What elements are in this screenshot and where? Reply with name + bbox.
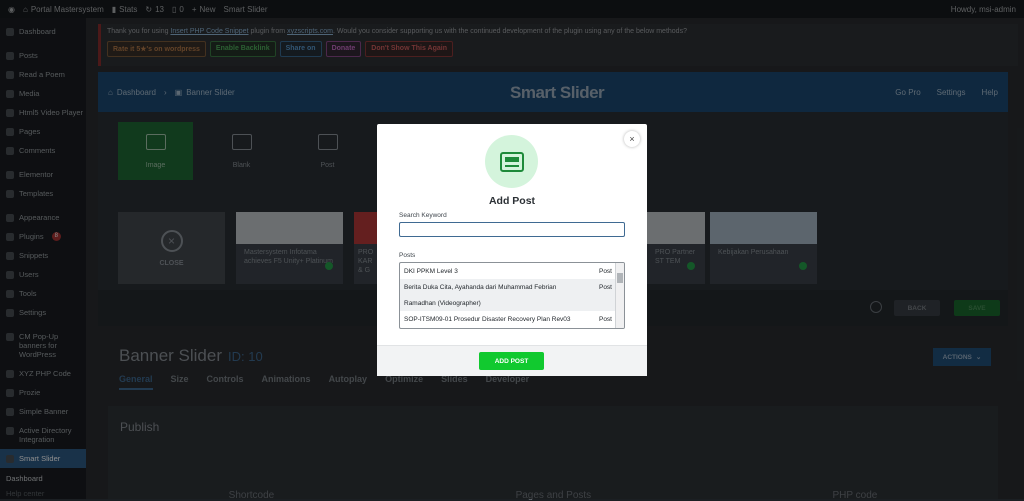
search-keyword-input[interactable] xyxy=(399,222,625,237)
post-row[interactable]: DKI PPKM Level 3 Post xyxy=(400,263,624,279)
close-modal-button[interactable]: × xyxy=(624,131,640,147)
close-icon: × xyxy=(629,134,635,144)
post-row[interactable]: SOP-ITSM09-01 Prosedur Disaster Recovery… xyxy=(400,311,624,327)
scroll-thumb[interactable] xyxy=(617,273,623,283)
post-icon-circle xyxy=(485,135,538,188)
post-icon xyxy=(499,151,524,172)
posts-list[interactable]: DKI PPKM Level 3 Post Berita Duka Cita, A… xyxy=(399,262,625,329)
post-row[interactable]: Ramadhan (Videographer) xyxy=(400,295,624,311)
add-post-modal: × Add Post Search Keyword Posts DKI PPKM… xyxy=(377,124,647,376)
posts-label: Posts xyxy=(399,252,416,259)
posts-scrollbar[interactable] xyxy=(615,263,624,328)
post-row[interactable]: Berita Duka Cita, Ayahanda dari Muhammad… xyxy=(400,279,624,295)
modal-title: Add Post xyxy=(488,195,536,207)
modal-footer: ADD POST xyxy=(377,345,647,376)
keyword-label: Search Keyword xyxy=(399,212,447,219)
add-post-button[interactable]: ADD POST xyxy=(479,352,544,370)
